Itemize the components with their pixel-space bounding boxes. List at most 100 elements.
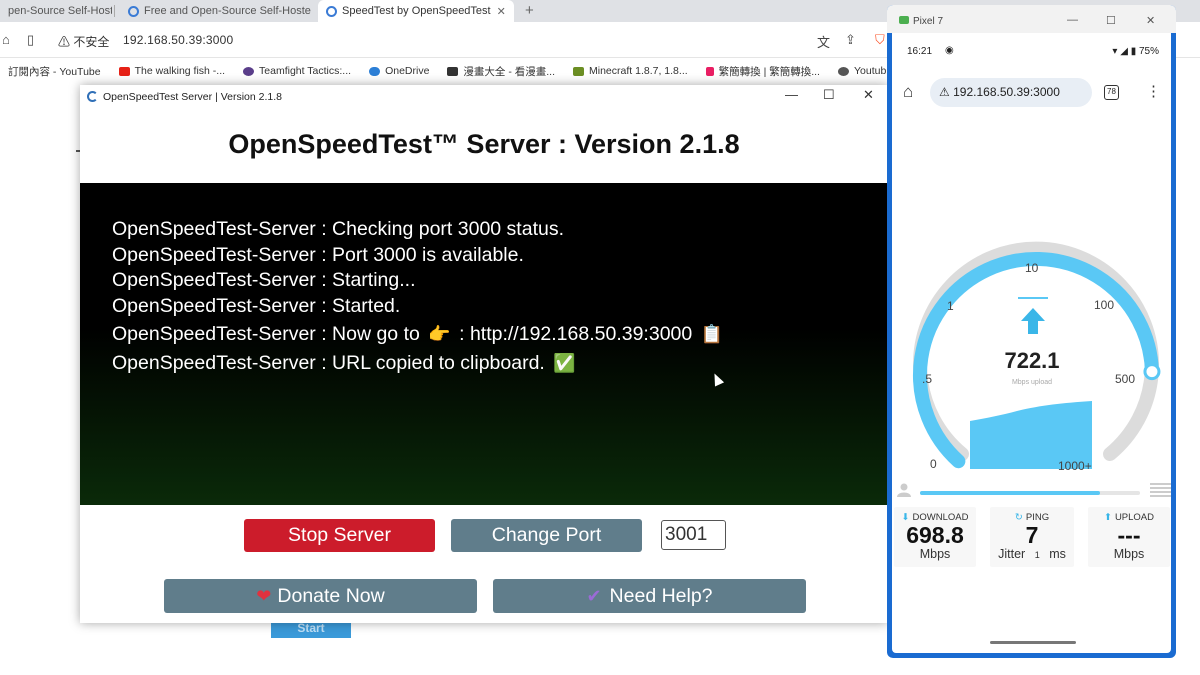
bookmark-item[interactable]: The walking fish -...	[118, 65, 226, 77]
close-icon[interactable]: ✕	[1146, 14, 1155, 27]
signal-icon: ◢	[1120, 46, 1128, 57]
download-result: ⬇ DOWNLOAD 698.8 Mbps	[894, 507, 976, 567]
warning-icon: ⚠	[939, 85, 950, 99]
bookmark-item[interactable]: 漫畫大全 - 看漫畫...	[447, 64, 555, 79]
bookmark-label: 漫畫大全 - 看漫畫...	[463, 65, 556, 78]
bookmark-label: Youtub	[853, 65, 887, 77]
battery-icon: ▮	[1130, 46, 1137, 57]
gauge-tick-label: 500	[1115, 372, 1135, 386]
gesture-nav-bar[interactable]	[990, 641, 1076, 644]
gauge-tick-label: 0	[930, 457, 937, 471]
status-icons: ▾ ◢ ▮ 75%	[1112, 46, 1159, 57]
openspeedtest-favicon-icon	[326, 5, 337, 17]
pointing-hand-icon: 👉	[428, 324, 451, 344]
maximize-icon[interactable]: ☐	[1106, 14, 1116, 27]
wifi-icon: ▾	[1112, 46, 1118, 57]
tab-label: SpeedTest by OpenSpeedTest	[342, 5, 491, 17]
user-icon	[897, 483, 911, 497]
new-tab-button[interactable]: +	[525, 2, 534, 19]
clock: 16:21	[907, 46, 933, 57]
console-line-text: OpenSpeedTest-Server : Starting...	[112, 269, 416, 291]
bookmark-label: OneDrive	[385, 65, 430, 77]
jitter-label: Jitter	[998, 547, 1026, 561]
tft-icon	[243, 66, 255, 76]
window-title: OpenSpeedTest Server | Version 2.1.8	[103, 91, 283, 103]
bookmark-item[interactable]: Minecraft 1.8.7, 1.8...	[573, 65, 688, 77]
change-port-button[interactable]: Change Port	[451, 519, 642, 552]
minecraft-icon	[573, 66, 585, 76]
minimize-icon[interactable]: —	[1067, 14, 1078, 26]
upload-arrow-icon	[1021, 308, 1045, 334]
test-progress-fill	[920, 491, 1101, 495]
checkmark-icon: ✅	[553, 352, 576, 373]
console-line: OpenSpeedTest-Server : Checking port 300…	[112, 217, 888, 243]
window-titlebar: OpenSpeedTest Server | Version 2.1.8 — ☐…	[80, 85, 888, 109]
mobile-address-bar: ⌂ ⚠ 192.168.50.39:3000 78 ⋮	[892, 73, 1171, 113]
bookmark-item[interactable]: OneDrive	[369, 65, 429, 77]
console-line-text: OpenSpeedTest-Server : Checking port 300…	[112, 218, 565, 240]
mobile-url-field[interactable]: ⚠ 192.168.50.39:3000	[930, 78, 1092, 107]
console-line-text: OpenSpeedTest-Server : Started.	[112, 294, 401, 317]
port-input[interactable]	[661, 520, 726, 550]
gauge-tick-label: 10	[1025, 261, 1039, 275]
minimize-icon[interactable]: —	[785, 87, 798, 102]
bookmark-item[interactable]: Teamfight Tactics:...	[243, 65, 351, 77]
status-bar: 16:21 ◉ ▾ ◢ ▮ 75%	[892, 33, 1171, 67]
bookmark-label: The walking fish -...	[134, 65, 226, 77]
heart-icon: ❤	[256, 586, 272, 606]
gauge-upload-bar	[1018, 297, 1048, 299]
menu-icon[interactable]: ⋮	[1146, 82, 1161, 100]
ping-result: ↻ PING 7 Jitter 1 ms	[990, 507, 1074, 567]
sync-icon: ◉	[945, 45, 954, 56]
home-icon[interactable]: ⌂	[903, 82, 913, 102]
maximize-icon[interactable]: ☐	[823, 87, 835, 103]
bookmark-label: 繁簡轉換 | 繁簡轉換...	[718, 65, 820, 78]
globe-icon	[837, 66, 849, 76]
need-help-button[interactable]: ✔ Need Help?	[493, 579, 806, 613]
bookmark-item[interactable]: 訂閱內容 - YouTube	[8, 64, 101, 79]
openspeedtest-server-window: OpenSpeedTest Server | Version 2.1.8 — ☐…	[80, 85, 888, 623]
close-tab-icon[interactable]: ✕	[497, 5, 506, 18]
share-icon[interactable]: ⇪	[845, 32, 856, 48]
android-icon	[899, 16, 909, 24]
android-emulator-window: Pixel 7 — ☐ ✕ 16:21 ◉ ▾ ◢ ▮ 75% ⌂ ⚠ 192.…	[887, 5, 1176, 658]
home-icon[interactable]: ⌂	[2, 32, 10, 47]
gauge-tick-label: 1000+	[1058, 459, 1092, 473]
gauge-needle-knob	[1143, 363, 1161, 381]
server-icon	[1150, 483, 1171, 499]
openspeedtest-logo-icon	[87, 91, 98, 102]
server-controls: Stop Server Change Port ❤Donate Now ✔ Nee…	[80, 505, 888, 623]
help-label: Need Help?	[609, 585, 713, 607]
bookmark-icon[interactable]: ▯	[27, 32, 34, 48]
bookmark-label: Teamfight Tactics:...	[259, 65, 352, 77]
convert-icon	[705, 66, 714, 76]
bookmark-item[interactable]: 繁簡轉換 | 繁簡轉換...	[705, 64, 820, 79]
tab-count[interactable]: 78	[1104, 85, 1119, 100]
brave-shield-icon[interactable]: ⛉	[875, 32, 885, 48]
console-line: OpenSpeedTest-Server : Now go to 👉 : htt…	[112, 322, 888, 348]
url-field[interactable]: 192.168.50.39:3000	[123, 33, 233, 47]
console-line: OpenSpeedTest-Server : URL copied to cli…	[112, 351, 888, 377]
browser-tab[interactable]: pen-Source Self-Hoste	[0, 0, 112, 22]
upload-arrow-icon: ⬆	[1103, 512, 1112, 523]
security-warning[interactable]: ⚠ 不安全	[58, 33, 109, 50]
donate-now-button[interactable]: ❤ Donate Now	[164, 579, 477, 613]
stop-server-button[interactable]: Stop Server	[244, 519, 435, 552]
translate-icon[interactable]: 文	[817, 32, 830, 51]
checkmark-icon: ✔	[586, 586, 602, 606]
upload-value: ---	[1117, 522, 1141, 548]
mobile-url: 192.168.50.39:3000	[953, 85, 1060, 99]
tab-label: Free and Open-Source Self-Hoste	[144, 5, 311, 17]
browser-tab[interactable]: Free and Open-Source Self-Hoste	[120, 0, 312, 22]
console-line-text: OpenSpeedTest-Server : URL copied to cli…	[112, 351, 545, 374]
gauge-tick-label: 1	[947, 299, 954, 313]
page-title: OpenSpeedTest™ Server : Version 2.1.8	[228, 129, 740, 159]
clipboard-icon: 📋	[700, 324, 724, 344]
test-progress-bar	[920, 491, 1140, 495]
download-unit: Mbps	[919, 547, 951, 561]
close-icon[interactable]: ✕	[863, 87, 874, 103]
download-value: 698.8	[906, 522, 964, 548]
browser-tab-active[interactable]: SpeedTest by OpenSpeedTest ✕	[318, 0, 514, 22]
bookmark-item[interactable]: Youtub	[837, 65, 887, 77]
bookmark-label: Minecraft 1.8.7, 1.8...	[589, 65, 688, 77]
